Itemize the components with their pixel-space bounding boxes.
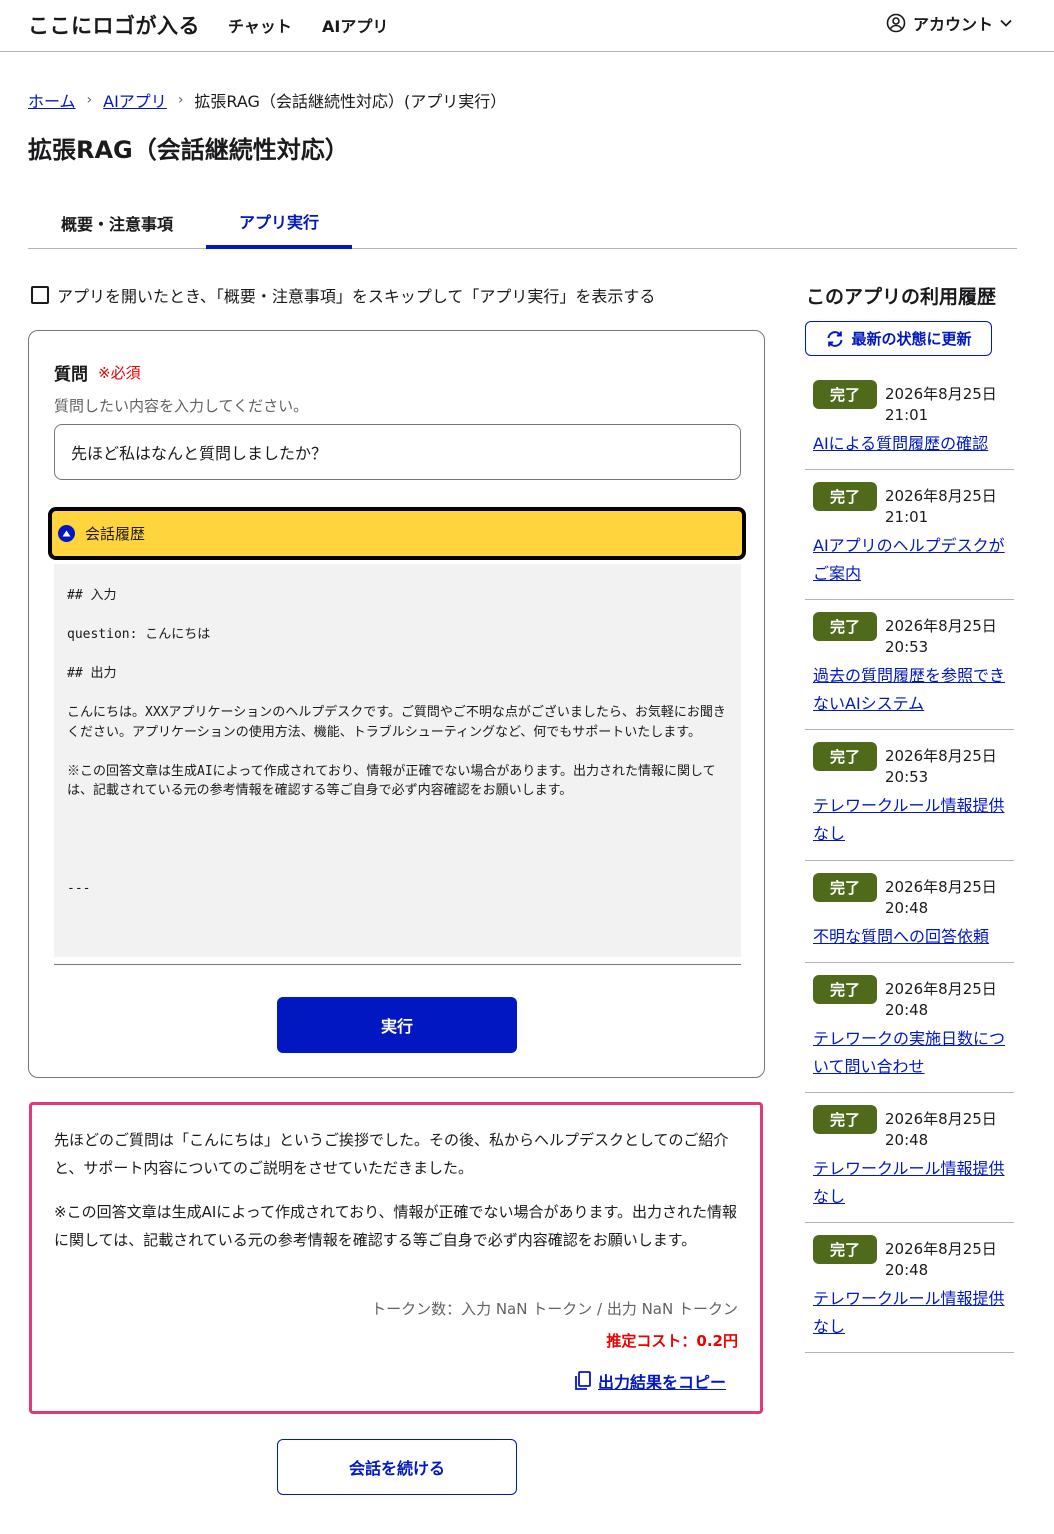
history-item: 完了 2026年8月25日 21:01 AIアプリのヘルプデスクがご案内 <box>805 482 1014 600</box>
history-time: 20:48 <box>885 1261 929 1279</box>
site-header: ここにロゴが入る チャット AIアプリ アカウント <box>0 0 1054 52</box>
breadcrumb-home[interactable]: ホーム <box>28 88 76 112</box>
history-link[interactable]: テレワークルール情報提供なし <box>813 1155 1013 1211</box>
status-badge: 完了 <box>813 975 877 1004</box>
estimated-cost: 推定コスト：0.2円 <box>606 1332 738 1350</box>
result-disclaimer: ※この回答文章は生成AIによって作成されており、情報が正確でない場合があります。… <box>54 1203 738 1249</box>
app-form: 質問 ※必須 質問したい内容を入力してください。 会話履歴 ## 入力 ques… <box>28 330 765 1078</box>
history-datetime: 2026年8月25日 20:48 <box>885 1109 1010 1151</box>
history-datetime: 2026年8月25日 20:53 <box>885 616 1010 658</box>
history-item: 完了 2026年8月25日 21:01 AIによる質問履歴の確認 <box>805 380 1014 470</box>
tab-overview[interactable]: 概要・注意事項 <box>28 196 206 249</box>
token-count: トークン数：入力 NaN トークン / 出力 NaN トークン <box>371 1300 738 1318</box>
history-datetime: 2026年8月25日 21:01 <box>885 486 1010 528</box>
history-datetime: 2026年8月25日 20:48 <box>885 979 1010 1021</box>
history-date: 2026年8月25日 <box>885 617 997 635</box>
history-link[interactable]: 不明な質問への回答依頼 <box>813 923 1013 951</box>
history-link[interactable]: 過去の質問履歴を参照できないAIシステム <box>813 662 1013 718</box>
account-menu[interactable]: アカウント <box>886 11 1013 35</box>
question-help: 質問したい内容を入力してください。 <box>54 397 309 415</box>
status-badge: 完了 <box>813 612 877 641</box>
history-time: 20:53 <box>885 638 929 656</box>
breadcrumb: ホーム › AIアプリ › 拡張RAG（会話継続性対応）(アプリ実行） <box>28 88 506 112</box>
divider <box>54 964 741 965</box>
copy-icon <box>575 1371 591 1390</box>
history-sidebar-title: このアプリの利用履歴 <box>806 286 997 308</box>
question-label-row: 質問 ※必須 <box>54 360 141 385</box>
account-label: アカウント <box>913 15 994 34</box>
skip-overview-label: アプリを開いたとき、「概要・注意事項」をスキップして「アプリ実行」を表示する <box>57 287 656 306</box>
history-item: 完了 2026年8月25日 20:48 テレワークの実施日数について問い合わせ <box>805 975 1014 1093</box>
skip-overview-option[interactable]: アプリを開いたとき、「概要・注意事項」をスキップして「アプリ実行」を表示する <box>31 283 655 307</box>
copy-result-button[interactable]: 出力結果をコピー <box>574 1369 726 1393</box>
chevron-up-circle-icon <box>58 525 75 542</box>
history-date: 2026年8月25日 <box>885 747 997 765</box>
copy-result-label: 出力結果をコピー <box>597 1373 726 1392</box>
history-accordion-toggle[interactable]: 会話履歴 <box>48 507 746 560</box>
nav-ai-apps[interactable]: AIアプリ <box>322 13 388 37</box>
status-badge: 完了 <box>813 380 877 409</box>
history-item: 完了 2026年8月25日 20:53 テレワークルール情報提供なし <box>805 742 1014 861</box>
history-link[interactable]: テレワークの実施日数について問い合わせ <box>813 1025 1013 1081</box>
breadcrumb-current: 拡張RAG（会話継続性対応）(アプリ実行） <box>194 92 507 111</box>
question-input[interactable] <box>54 424 741 480</box>
nav-chat[interactable]: チャット <box>228 13 292 37</box>
status-badge: 完了 <box>813 873 877 902</box>
chevron-down-icon <box>1000 19 1012 27</box>
logo[interactable]: ここにロゴが入る <box>28 10 200 40</box>
history-link[interactable]: AIによる質問履歴の確認 <box>813 430 1013 458</box>
history-datetime: 2026年8月25日 20:53 <box>885 746 1010 788</box>
history-link[interactable]: AIアプリのヘルプデスクがご案内 <box>813 532 1013 588</box>
history-time: 21:01 <box>885 508 929 526</box>
history-time: 20:48 <box>885 1001 929 1019</box>
history-date: 2026年8月25日 <box>885 1110 997 1128</box>
history-datetime: 2026年8月25日 21:01 <box>885 384 1010 426</box>
history-link[interactable]: テレワークルール情報提供なし <box>813 792 1013 848</box>
history-link[interactable]: テレワークルール情報提供なし <box>813 1285 1013 1341</box>
breadcrumb-ai-apps[interactable]: AIアプリ <box>103 88 167 112</box>
run-button[interactable]: 実行 <box>277 997 517 1053</box>
tab-bar: 概要・注意事項 アプリ実行 <box>28 196 1017 249</box>
refresh-label: 最新の状態に更新 <box>851 330 972 348</box>
chevron-right-icon: › <box>177 92 184 108</box>
history-time: 20:48 <box>885 1131 929 1149</box>
user-icon <box>886 13 906 33</box>
history-date: 2026年8月25日 <box>885 980 997 998</box>
page-title: 拡張RAG（会話継続性対応） <box>28 136 349 164</box>
required-mark: ※必須 <box>98 364 141 382</box>
status-badge: 完了 <box>813 742 877 771</box>
question-label: 質問 <box>54 365 88 385</box>
history-accordion-label: 会話履歴 <box>85 525 146 543</box>
history-item: 完了 2026年8月25日 20:53 過去の質問履歴を参照できないAIシステム <box>805 612 1014 730</box>
history-item: 完了 2026年8月25日 20:48 テレワークルール情報提供なし <box>805 1235 1014 1353</box>
status-badge: 完了 <box>813 482 877 511</box>
history-time: 20:48 <box>885 899 929 917</box>
result-answer: 先ほどのご質問は「こんにちは」というご挨拶でした。その後、私からヘルプデスクとし… <box>54 1131 729 1177</box>
result-panel: 先ほどのご質問は「こんにちは」というご挨拶でした。その後、私からヘルプデスクとし… <box>29 1102 763 1414</box>
tab-run-app[interactable]: アプリ実行 <box>206 196 352 249</box>
status-badge: 完了 <box>813 1235 877 1264</box>
history-datetime: 2026年8月25日 20:48 <box>885 877 1010 919</box>
refresh-button[interactable]: 最新の状態に更新 <box>805 321 992 356</box>
refresh-icon <box>827 330 843 347</box>
continue-conversation-button[interactable]: 会話を続ける <box>277 1439 517 1495</box>
history-time: 20:53 <box>885 768 929 786</box>
status-badge: 完了 <box>813 1105 877 1134</box>
history-item: 完了 2026年8月25日 20:48 不明な質問への回答依頼 <box>805 873 1014 963</box>
chevron-right-icon: › <box>86 92 93 108</box>
skip-overview-checkbox[interactable] <box>31 286 49 304</box>
conversation-history-text[interactable]: ## 入力 question: こんにちは ## 出力 こんにちは。XXXアプリ… <box>54 564 741 957</box>
history-date: 2026年8月25日 <box>885 1240 997 1258</box>
history-date: 2026年8月25日 <box>885 487 997 505</box>
history-datetime: 2026年8月25日 20:48 <box>885 1239 1010 1281</box>
history-date: 2026年8月25日 <box>885 878 997 896</box>
history-item: 完了 2026年8月25日 20:48 テレワークルール情報提供なし <box>805 1105 1014 1223</box>
history-date: 2026年8月25日 <box>885 385 997 403</box>
history-time: 21:01 <box>885 406 929 424</box>
